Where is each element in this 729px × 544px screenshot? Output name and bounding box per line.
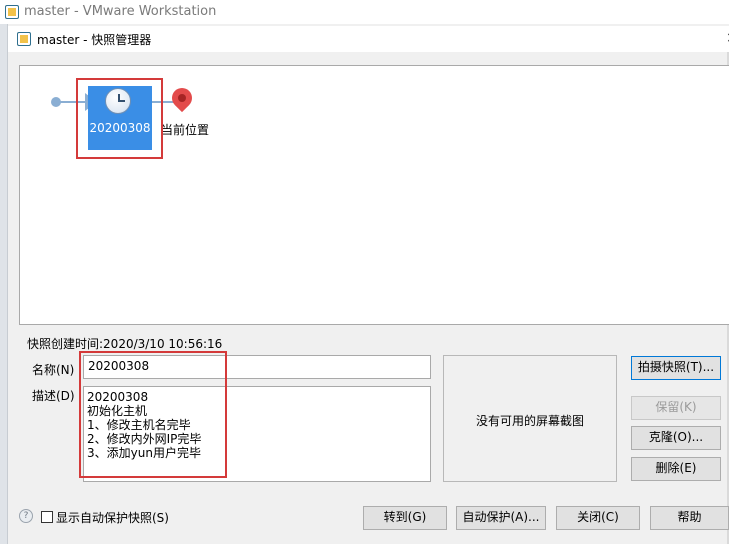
no-screenshot-text: 没有可用的屏幕截图: [475, 414, 584, 428]
auto-protect-info-icon: ?: [19, 509, 33, 523]
dialog-title-bar: master - 快照管理器 ×: [8, 26, 729, 52]
screenshot-preview: 没有可用的屏幕截图: [443, 355, 617, 482]
annotation-box: [76, 78, 163, 159]
help-button[interactable]: 帮助: [650, 506, 729, 530]
snapshot-created-time: 快照创建时间:2020/3/10 10:56:16: [27, 337, 223, 351]
goto-button[interactable]: 转到(G): [363, 506, 447, 530]
close-button[interactable]: 关闭(C): [556, 506, 640, 530]
take-snapshot-button[interactable]: 拍摄快照(T)...: [631, 356, 721, 380]
outer-title-bar: master - VMware Workstation: [0, 0, 729, 24]
vmware-icon: [17, 32, 31, 46]
map-pin-dot: [176, 92, 188, 104]
parent-window-edge: [0, 24, 8, 544]
show-auto-protect-checkbox[interactable]: [41, 511, 53, 523]
outer-window-title: master - VMware Workstation: [24, 4, 217, 19]
vmware-icon: [5, 5, 19, 19]
clone-button[interactable]: 克隆(O)...: [631, 426, 721, 450]
keep-button[interactable]: 保留(K): [631, 396, 721, 420]
name-label: 名称(N): [32, 363, 75, 377]
delete-button[interactable]: 删除(E): [631, 457, 721, 481]
autoprotect-button[interactable]: 自动保护(A)...: [456, 506, 546, 530]
annotation-box: [79, 351, 227, 478]
dialog-title: master - 快照管理器: [37, 33, 152, 47]
show-auto-protect-label[interactable]: 显示自动保护快照(S): [56, 509, 169, 526]
description-label: 描述(D): [32, 389, 75, 403]
current-position-label: 当前位置: [161, 123, 210, 137]
